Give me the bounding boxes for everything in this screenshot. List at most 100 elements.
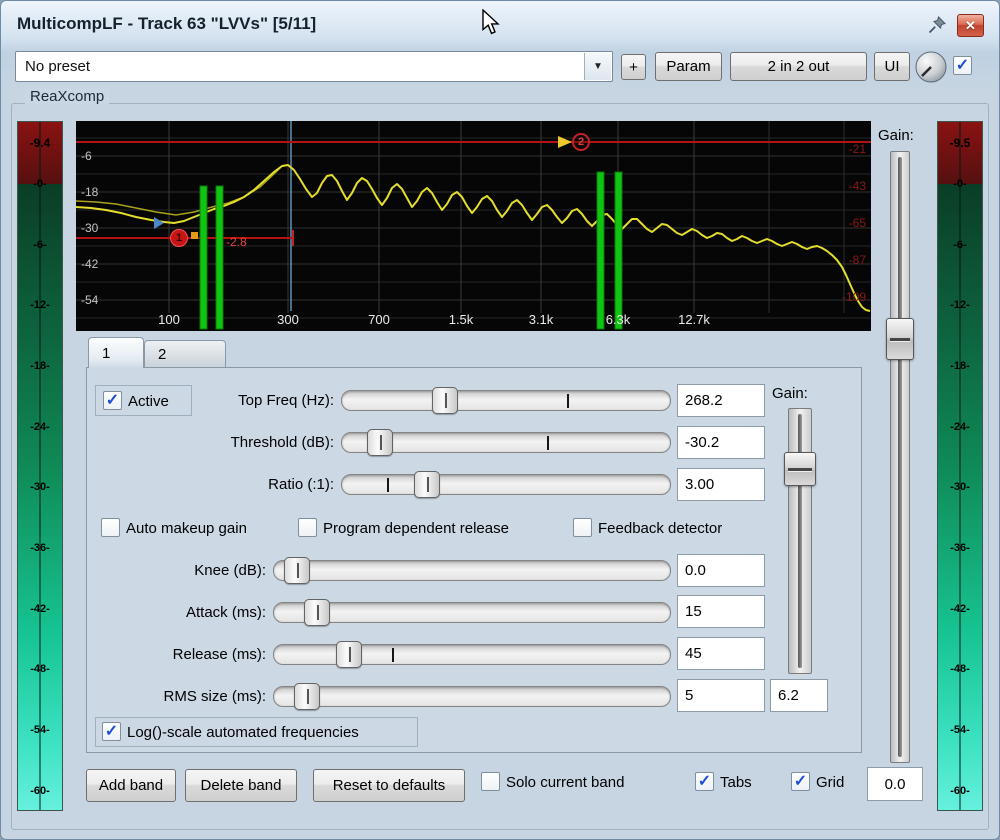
meter-scale-label: -48- bbox=[938, 663, 982, 675]
attack-value[interactable]: 15 bbox=[677, 595, 765, 628]
spectrum-graphics bbox=[76, 121, 871, 331]
program-release-label[interactable]: Program dependent release bbox=[323, 520, 509, 537]
release-label: Release (ms): bbox=[96, 646, 266, 663]
threshold-value[interactable]: -30.2 bbox=[677, 426, 765, 459]
threshold-slider[interactable] bbox=[341, 432, 671, 453]
ratio-thumb[interactable] bbox=[414, 471, 440, 498]
meter-scale-label: -0- bbox=[18, 178, 62, 190]
tabs-label[interactable]: Tabs bbox=[720, 774, 752, 791]
release-thumb[interactable] bbox=[336, 641, 362, 668]
plugin-window: MulticompLF - Track 63 "LVVs" [5/11] ✕ N… bbox=[0, 0, 1000, 840]
add-band-button[interactable]: Add band bbox=[86, 769, 176, 802]
auto-makeup-checkbox[interactable] bbox=[101, 518, 120, 537]
left-output-meter: -9.4 -0- -6- -12- -18- -24- -30- -36- -4… bbox=[17, 121, 63, 811]
spectrum-display[interactable]: -6 -18 -30 -42 -54 -21 -43 -65 -87 -109 … bbox=[76, 121, 871, 331]
band-gain-value[interactable]: 6.2 bbox=[770, 679, 828, 712]
meter-scale-label: -0- bbox=[938, 178, 982, 190]
feedback-detector-label[interactable]: Feedback detector bbox=[598, 520, 722, 537]
knee-slider[interactable] bbox=[273, 560, 671, 581]
gr-axis-label: -65 bbox=[849, 216, 866, 230]
close-button[interactable]: ✕ bbox=[957, 14, 984, 37]
close-icon: ✕ bbox=[965, 18, 976, 34]
meter-scale-label: -12- bbox=[938, 299, 982, 311]
threshold-thumb[interactable] bbox=[367, 429, 393, 456]
db-axis-label: -30 bbox=[81, 221, 98, 235]
reset-defaults-button[interactable]: Reset to defaults bbox=[313, 769, 465, 802]
band-gain-fader-handle[interactable] bbox=[784, 452, 816, 486]
active-checkbox[interactable]: ✓ bbox=[103, 391, 122, 410]
master-gain-fader-handle[interactable] bbox=[886, 318, 914, 360]
release-slider[interactable] bbox=[273, 644, 671, 665]
band1-marker[interactable]: 1 bbox=[170, 229, 188, 247]
grid-label[interactable]: Grid bbox=[816, 774, 844, 791]
band2-marker[interactable]: 2 bbox=[572, 133, 590, 151]
io-label: 2 in 2 out bbox=[768, 58, 830, 75]
freq-axis-label: 6.3k bbox=[606, 312, 631, 327]
feedback-detector-checkbox[interactable] bbox=[573, 518, 592, 537]
tab-band-2[interactable]: 2 bbox=[144, 340, 226, 368]
fx-enable-checkbox[interactable]: ✓ bbox=[953, 56, 972, 75]
meter-scale-label: -24- bbox=[18, 421, 62, 433]
rms-size-thumb[interactable] bbox=[294, 683, 320, 710]
auto-makeup-label[interactable]: Auto makeup gain bbox=[126, 520, 247, 537]
rms-size-value[interactable]: 5 bbox=[677, 679, 765, 712]
meter-scale-label: -54- bbox=[18, 724, 62, 736]
grid-checkbox[interactable]: ✓ bbox=[791, 772, 810, 791]
gr-axis-label: -109 bbox=[842, 290, 866, 304]
knee-value[interactable]: 0.0 bbox=[677, 554, 765, 587]
log-scale-checkbox[interactable]: ✓ bbox=[102, 722, 121, 741]
ratio-slider[interactable] bbox=[341, 474, 671, 495]
master-gain-label: Gain: bbox=[878, 127, 914, 144]
param-label: Param bbox=[666, 58, 710, 75]
mouse-cursor bbox=[482, 9, 506, 37]
tabs-checkbox[interactable]: ✓ bbox=[695, 772, 714, 791]
ratio-value[interactable]: 3.00 bbox=[677, 468, 765, 501]
meter-scale-label: -12- bbox=[18, 299, 62, 311]
meter-scale-label: -60- bbox=[938, 785, 982, 797]
knee-thumb[interactable] bbox=[284, 557, 310, 584]
program-release-checkbox[interactable] bbox=[298, 518, 317, 537]
solo-current-band-label[interactable]: Solo current band bbox=[506, 774, 624, 791]
solo-current-band-checkbox[interactable] bbox=[481, 772, 500, 791]
master-gain-fader[interactable] bbox=[890, 151, 910, 763]
attack-thumb[interactable] bbox=[304, 599, 330, 626]
band-gain-label: Gain: bbox=[772, 385, 808, 402]
meter-channel-divider bbox=[39, 122, 41, 810]
ui-button[interactable]: UI bbox=[874, 52, 910, 81]
top-freq-label: Top Freq (Hz): bbox=[151, 392, 334, 409]
rms-size-slider[interactable] bbox=[273, 686, 671, 707]
rms-size-label: RMS size (ms): bbox=[96, 688, 266, 705]
meter-scale-label: -42- bbox=[18, 603, 62, 615]
meter-scale-label: -18- bbox=[18, 360, 62, 372]
wet-dry-knob[interactable] bbox=[914, 50, 948, 84]
delete-band-label: Delete band bbox=[201, 777, 282, 794]
meter-scale-label: -18- bbox=[938, 360, 982, 372]
top-freq-slider[interactable] bbox=[341, 390, 671, 411]
param-button[interactable]: Param bbox=[655, 52, 722, 81]
meter-scale-label: -60- bbox=[18, 785, 62, 797]
top-freq-thumb[interactable] bbox=[432, 387, 458, 414]
gr-axis-label: -21 bbox=[849, 142, 866, 156]
freq-axis-label: 700 bbox=[368, 312, 390, 327]
meter-scale-label: -24- bbox=[938, 421, 982, 433]
attack-slider[interactable] bbox=[273, 602, 671, 623]
add-band-label: Add band bbox=[99, 777, 163, 794]
log-scale-label[interactable]: Log()-scale automated frequencies bbox=[127, 724, 359, 741]
preset-dropdown[interactable]: No preset ▼ bbox=[15, 51, 613, 82]
slider-tick bbox=[392, 648, 394, 662]
band1-gain-readout: -2.8 bbox=[226, 235, 247, 249]
io-button[interactable]: 2 in 2 out bbox=[730, 52, 867, 81]
pin-icon[interactable] bbox=[927, 15, 947, 35]
delete-band-button[interactable]: Delete band bbox=[185, 769, 297, 802]
db-axis-label: -6 bbox=[81, 149, 92, 163]
meter-scale-label: -6- bbox=[18, 239, 62, 251]
band-gain-fader[interactable] bbox=[788, 408, 812, 674]
release-value[interactable]: 45 bbox=[677, 637, 765, 670]
ui-label: UI bbox=[885, 58, 900, 75]
preset-plus-button[interactable]: + bbox=[621, 54, 646, 80]
tab-band-1[interactable]: 1 bbox=[88, 337, 144, 368]
top-freq-value[interactable]: 268.2 bbox=[677, 384, 765, 417]
meter-channel-divider bbox=[959, 122, 961, 810]
meter-scale-label: -30- bbox=[938, 481, 982, 493]
master-gain-value[interactable]: 0.0 bbox=[867, 767, 923, 801]
